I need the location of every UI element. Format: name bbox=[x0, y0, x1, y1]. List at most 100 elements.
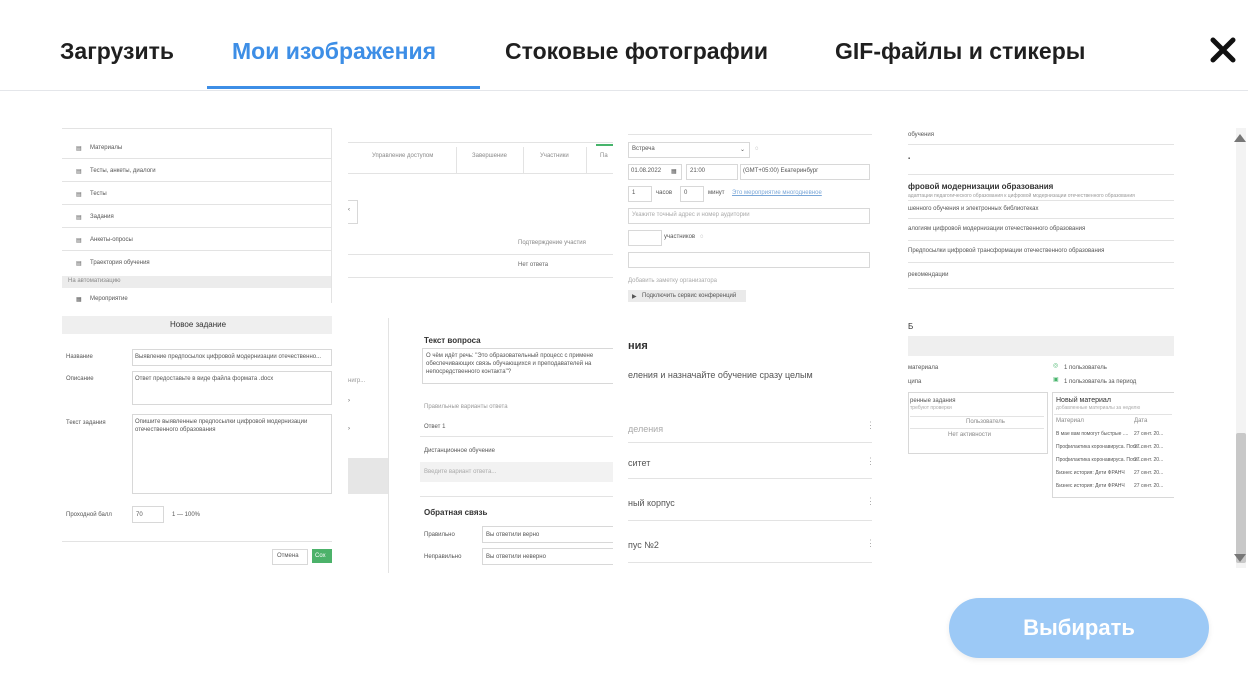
thumb-text: Сох bbox=[315, 553, 326, 559]
thumb-text: Б bbox=[908, 322, 914, 331]
thumb-text: нигр... bbox=[348, 378, 366, 384]
thumb-text: ренные задания bbox=[910, 398, 956, 404]
image-thumbnail[interactable]: Управление доступом Завершение Участники… bbox=[348, 142, 613, 302]
more-icon: ⋮ bbox=[866, 456, 872, 466]
thumb-text: обучения bbox=[908, 132, 935, 138]
thumb-text: Задания bbox=[90, 214, 114, 220]
image-thumbnail[interactable]: ▤ Материалы ▤ Тесты, анкеты, диалоги ▤ Т… bbox=[62, 128, 332, 303]
doc-icon: ▤ bbox=[76, 146, 82, 152]
image-grid: ▤ Материалы ▤ Тесты, анкеты, диалоги ▤ Т… bbox=[62, 118, 1202, 573]
thumb-text: Тесты, анкеты, диалоги bbox=[90, 168, 156, 174]
more-icon: ⋮ bbox=[866, 538, 872, 548]
thumb-text: О чём идёт речь: "Это образовательный пр… bbox=[426, 353, 594, 359]
help-icon: ◌ bbox=[700, 234, 704, 240]
thumb-text: Это мероприятие многодневное bbox=[732, 190, 822, 196]
thumb-text: Ответ 1 bbox=[424, 424, 446, 430]
more-icon: ⋮ bbox=[866, 496, 872, 506]
thumb-text: Правильные варианты ответа bbox=[424, 404, 508, 410]
tab-upload[interactable]: Загрузить bbox=[60, 38, 174, 65]
thumb-text: алогиям цифровой модернизации отечествен… bbox=[908, 226, 1086, 232]
scroll-up-icon[interactable] bbox=[1234, 134, 1246, 142]
thumb-text: Дата bbox=[1134, 418, 1148, 424]
thumb-text: 27 сент. 20... bbox=[1134, 483, 1164, 489]
image-thumbnail[interactable]: Б материала ◎ 1 пользователь ципа ▣ 1 по… bbox=[908, 310, 1174, 573]
thumb-text: добавленные материалы за неделю bbox=[1056, 405, 1141, 411]
thumb-text: Встреча bbox=[632, 146, 655, 152]
tab-bar: Загрузить Мои изображения Стоковые фотог… bbox=[0, 0, 1248, 91]
thumb-text: Завершение bbox=[472, 153, 507, 159]
thumb-text: 1 bbox=[632, 190, 636, 196]
image-thumbnail[interactable]: Встреча ⌄ ◌ 01.08.2022 ▦ 21:00 (GMT+05:0… bbox=[628, 128, 872, 303]
thumb-text: обеспечивающих связь обучающихся и препо… bbox=[426, 361, 592, 367]
thumb-text: Дистанционное обучение bbox=[424, 448, 495, 454]
scrollbar-thumb[interactable] bbox=[1236, 433, 1246, 563]
thumb-text: Введите вариант ответа... bbox=[424, 469, 497, 475]
thumb-text: Ответ предоставьте в виде файла формата … bbox=[135, 376, 274, 382]
thumb-text: 70 bbox=[136, 512, 143, 518]
thumb-text: ния bbox=[628, 340, 648, 352]
image-thumbnail[interactable]: ния еления и назначайте обучение сразу ц… bbox=[628, 318, 872, 573]
thumb-text: Пользователь bbox=[966, 419, 1005, 425]
thumb-text: шенного обучения и электронных библиотек… bbox=[908, 206, 1039, 212]
thumb-text: Подключить сервис конференций bbox=[642, 293, 737, 299]
thumb-text: ципа bbox=[908, 379, 922, 385]
thumb-text: ный корпус bbox=[628, 498, 675, 508]
thumb-text: Анкеты-опросы bbox=[90, 237, 133, 243]
thumb-text: (GMT+05:00) Екатеринбург bbox=[743, 168, 819, 174]
thumb-text: Траектория обучения bbox=[90, 260, 150, 266]
thumb-text: 27 сент. 20... bbox=[1134, 431, 1164, 437]
thumb-text: часов bbox=[656, 190, 673, 196]
thumb-text: Подтверждение участия bbox=[518, 240, 586, 246]
close-icon[interactable] bbox=[1207, 34, 1239, 66]
thumb-text: Обратная связь bbox=[424, 508, 488, 517]
thumb-text: Профилактика коронавируса. Поте... bbox=[1056, 444, 1142, 450]
help-icon: ◌ bbox=[755, 146, 759, 152]
chevron-left-icon: ‹ bbox=[348, 207, 350, 213]
thumb-text: 27 сент. 20... bbox=[1134, 457, 1164, 463]
thumb-text: › bbox=[348, 398, 350, 404]
thumb-text: рекомендации bbox=[908, 272, 949, 278]
status-icon: ▣ bbox=[1053, 377, 1059, 383]
thumb-text: Нет ответа bbox=[518, 262, 549, 268]
thumb-text: Укажите точный адрес и номер аудитории bbox=[632, 212, 750, 218]
grid-scrollbar[interactable] bbox=[1232, 128, 1248, 568]
thumb-text: фровой модернизации образования bbox=[908, 182, 1054, 191]
tab-stock-photos[interactable]: Стоковые фотографии bbox=[505, 38, 768, 65]
calendar-icon: ▦ bbox=[76, 297, 82, 303]
thumb-text: 1 пользователь bbox=[1064, 365, 1107, 371]
thumb-text: Бизнес история: Дети ФРАНЧ bbox=[1056, 483, 1125, 489]
thumb-text: На автоматизацию bbox=[68, 278, 121, 284]
thumb-text: участников bbox=[664, 234, 696, 240]
thumb-text: пус №2 bbox=[628, 540, 659, 550]
image-thumbnail[interactable]: Новое задание Название Выявление предпос… bbox=[62, 316, 332, 573]
image-thumbnail[interactable]: нигр... › › Текст вопроса О чём идёт реч… bbox=[348, 318, 613, 573]
thumb-text: Опишите выявленные предпосылки цифровой … bbox=[135, 419, 308, 425]
thumb-text: Текст задания bbox=[66, 420, 106, 426]
image-thumbnail[interactable]: обучения ▪ фровой модернизации образован… bbox=[908, 122, 1174, 302]
thumb-text: отечественного образования bbox=[135, 427, 216, 433]
thumb-text: Название bbox=[66, 354, 93, 360]
thumb-text: 21:00 bbox=[690, 168, 706, 174]
thumb-text: 1 пользователь за период bbox=[1064, 379, 1137, 385]
thumb-text: Тесты bbox=[90, 191, 107, 197]
thumb-text: Правильно bbox=[424, 532, 455, 538]
thumb-text: Предпосылки цифровой трансформации отече… bbox=[908, 248, 1105, 254]
thumb-text: 0 bbox=[684, 190, 688, 196]
thumb-text: Профилактика коронавируса. Поте... bbox=[1056, 457, 1142, 463]
thumb-text: Мероприятие bbox=[90, 296, 128, 302]
select-button[interactable]: Выбирать bbox=[949, 598, 1209, 658]
thumb-text: Участники bbox=[540, 153, 569, 159]
thumb-text: еления и назначайте обучение сразу целым bbox=[628, 370, 813, 380]
tab-my-images[interactable]: Мои изображения bbox=[232, 38, 436, 65]
doc-icon: ▤ bbox=[76, 169, 82, 175]
thumb-text: Новый материал bbox=[1056, 397, 1111, 404]
thumb-text: Неправильно bbox=[424, 554, 462, 560]
scroll-down-icon[interactable] bbox=[1234, 554, 1246, 562]
thumb-text: Материал bbox=[1056, 418, 1084, 424]
thumb-text: Новое задание bbox=[170, 320, 227, 329]
thumb-text: Проходной балл bbox=[66, 512, 112, 518]
calendar-icon: ▦ bbox=[671, 169, 677, 175]
tab-gifs-stickers[interactable]: GIF-файлы и стикеры bbox=[835, 38, 1085, 65]
thumb-text: Текст вопроса bbox=[424, 336, 481, 345]
more-icon: ⋮ bbox=[866, 420, 872, 430]
